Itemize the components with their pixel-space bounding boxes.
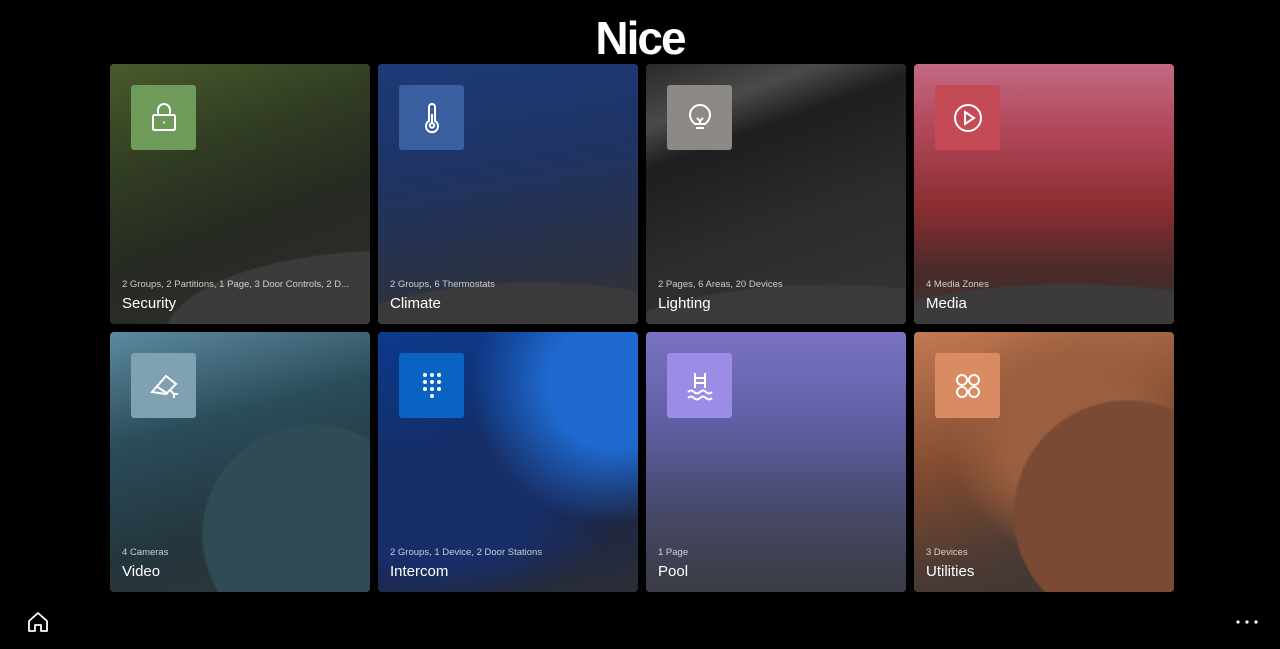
tile-subtitle: 3 Devices: [926, 547, 968, 558]
tile-title: Pool: [658, 563, 689, 580]
tile-subtitle: 4 Media Zones: [926, 279, 989, 290]
more-button[interactable]: [1234, 612, 1260, 632]
pool-ladder-icon: [667, 353, 732, 418]
play-circle-icon: [935, 85, 1000, 150]
tile-media[interactable]: 4 Media Zones Media: [914, 64, 1174, 324]
tile-title: Security: [122, 295, 177, 312]
tile-intercom[interactable]: 2 Groups, 1 Device, 2 Door Stations Inte…: [378, 332, 638, 592]
tile-subtitle: 2 Groups, 2 Partitions, 1 Page, 3 Door C…: [122, 279, 350, 290]
tile-subtitle: 2 Pages, 6 Areas, 20 Devices: [658, 279, 783, 290]
tile-subtitle: 1 Page: [658, 547, 689, 558]
tile-title: Lighting: [658, 295, 711, 312]
home-button[interactable]: [26, 610, 50, 634]
home-icon: [28, 612, 48, 632]
tile-pool[interactable]: 1 Page Pool: [646, 332, 906, 592]
tile-title: Climate: [390, 295, 441, 312]
tile-title: Video: [122, 563, 161, 580]
keypad-icon: [399, 353, 464, 418]
tile-video[interactable]: 4 Cameras Video: [110, 332, 370, 592]
more-horizontal-icon: [1236, 620, 1258, 624]
tile-subtitle: 2 Groups, 1 Device, 2 Door Stations: [390, 547, 543, 558]
thermometer-icon: [399, 85, 464, 150]
lightbulb-icon: [667, 85, 732, 150]
app-root: Nice 2 Groups, 2 Partitions, 1 Page, 3 D…: [0, 0, 1280, 649]
tile-utilities[interactable]: 3 Devices Utilities: [914, 332, 1174, 592]
category-grid: 2 Groups, 2 Partitions, 1 Page, 3 Door C…: [110, 64, 1175, 592]
tile-title: Utilities: [926, 563, 975, 580]
tile-title: Intercom: [390, 563, 449, 580]
lock-icon: [131, 85, 196, 150]
tile-subtitle: 2 Groups, 6 Thermostats: [390, 279, 495, 290]
tile-subtitle: 4 Cameras: [122, 547, 169, 558]
brand-logo: Nice: [595, 12, 686, 64]
tile-climate[interactable]: 2 Groups, 6 Thermostats Climate: [378, 64, 638, 324]
four-circles-icon: [935, 353, 1000, 418]
tile-lighting[interactable]: 2 Pages, 6 Areas, 20 Devices Lighting: [646, 64, 906, 324]
tile-security[interactable]: 2 Groups, 2 Partitions, 1 Page, 3 Door C…: [110, 64, 370, 324]
tile-title: Media: [926, 295, 967, 312]
camera-icon: [131, 353, 196, 418]
